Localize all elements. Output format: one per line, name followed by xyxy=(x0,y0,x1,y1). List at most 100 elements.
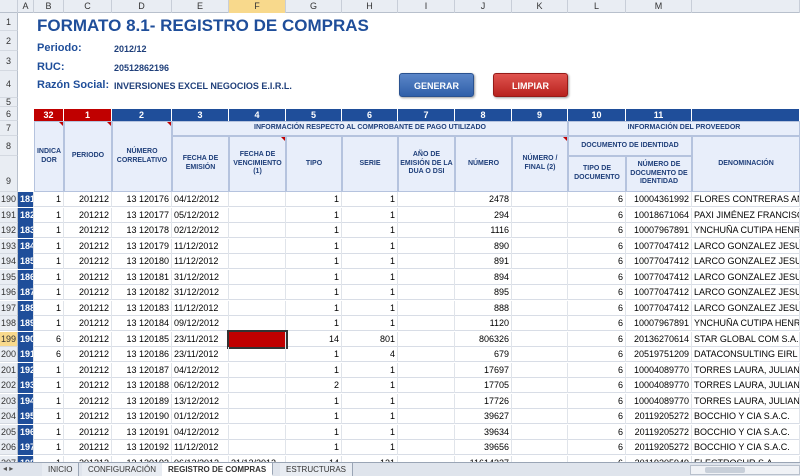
table-cell[interactable]: 10004089770 xyxy=(626,394,692,409)
spreadsheet-grid[interactable]: A B C D E F G H I J K L M 1 2 3 4 5 6 7 … xyxy=(0,0,800,462)
table-cell[interactable] xyxy=(512,223,568,238)
table-cell[interactable] xyxy=(229,425,286,440)
row-index-cell[interactable]: 182 xyxy=(18,208,34,223)
table-cell[interactable]: 1 xyxy=(34,378,64,393)
table-cell[interactable]: 201212 xyxy=(64,270,112,285)
table-cell[interactable]: 895 xyxy=(455,285,512,300)
table-cell[interactable]: 13 120180 xyxy=(112,254,172,269)
table-cell[interactable]: 1 xyxy=(34,270,64,285)
table-cell[interactable]: 1 xyxy=(286,363,342,378)
table-cell[interactable]: 679 xyxy=(455,347,512,362)
tab-nav-arrows[interactable]: ◂ ▸ xyxy=(3,464,13,473)
table-cell[interactable] xyxy=(398,332,455,347)
table-cell[interactable]: DATACONSULTING EIRL xyxy=(692,347,800,362)
table-cell[interactable] xyxy=(512,239,568,254)
table-cell[interactable] xyxy=(229,378,286,393)
table-cell[interactable]: 04/12/2012 xyxy=(172,363,229,378)
table-cell[interactable] xyxy=(398,425,455,440)
table-cell[interactable]: TORRES LAURA, JULIANA xyxy=(692,378,800,393)
table-cell[interactable]: 17726 xyxy=(455,394,512,409)
tab-configuracion[interactable]: CONFIGURACIÓN xyxy=(82,463,163,476)
row-index-cell[interactable]: 190 xyxy=(18,332,34,347)
row-index-cell[interactable]: 189 xyxy=(18,316,34,331)
table-cell[interactable]: 1 xyxy=(342,394,398,409)
column-header-e[interactable]: E xyxy=(172,0,229,13)
tab-inicio[interactable]: INICIO xyxy=(42,463,80,476)
table-cell[interactable]: 1 xyxy=(342,208,398,223)
table-cell[interactable] xyxy=(512,254,568,269)
table-cell[interactable]: 201212 xyxy=(64,301,112,316)
table-cell[interactable]: 6 xyxy=(34,332,64,347)
table-cell[interactable]: 1 xyxy=(342,239,398,254)
column-header-f[interactable]: F xyxy=(229,0,286,13)
column-header-l[interactable]: L xyxy=(568,0,626,13)
table-cell[interactable]: 201212 xyxy=(64,316,112,331)
table-cell[interactable]: BOCCHIO Y CIA S.A.C. xyxy=(692,409,800,424)
table-cell[interactable]: 1 xyxy=(286,394,342,409)
table-cell[interactable]: 1 xyxy=(286,440,342,455)
table-cell[interactable]: STAR GLOBAL COM S.A. xyxy=(692,332,800,347)
table-cell[interactable] xyxy=(229,208,286,223)
table-cell[interactable] xyxy=(229,192,286,207)
table-cell[interactable]: 890 xyxy=(455,239,512,254)
row-index-cell[interactable]: 194 xyxy=(18,394,34,409)
row-index-cell[interactable]: 181 xyxy=(18,192,34,207)
column-header-i[interactable]: I xyxy=(398,0,455,13)
row-index-cell[interactable]: 197 xyxy=(18,440,34,455)
table-cell[interactable]: 01/12/2012 xyxy=(172,409,229,424)
table-cell[interactable]: 20136270614 xyxy=(626,332,692,347)
table-cell[interactable] xyxy=(512,301,568,316)
table-cell[interactable]: 11/12/2012 xyxy=(172,254,229,269)
table-cell[interactable]: PAXI JIMÉNEZ FRANCISCA xyxy=(692,208,800,223)
table-cell[interactable]: 05/12/2012 xyxy=(172,208,229,223)
table-cell[interactable]: YNCHUÑA CUTIPA HENRY xyxy=(692,223,800,238)
table-cell[interactable] xyxy=(398,208,455,223)
table-cell[interactable]: 6 xyxy=(568,254,626,269)
table-cell[interactable]: 13 120181 xyxy=(112,270,172,285)
generar-button[interactable]: GENERAR xyxy=(399,73,474,97)
table-cell[interactable]: 13 120185 xyxy=(112,332,172,347)
table-cell[interactable]: 13 120186 xyxy=(112,347,172,362)
row-number-195[interactable]: 195 xyxy=(0,270,18,285)
table-cell[interactable]: FLORES CONTRERAS ANG xyxy=(692,192,800,207)
table-cell[interactable]: 13 120187 xyxy=(112,363,172,378)
table-cell[interactable]: 1 xyxy=(34,285,64,300)
table-cell[interactable]: 14 xyxy=(286,332,342,347)
table-cell[interactable]: 1 xyxy=(286,208,342,223)
table-cell[interactable]: 1 xyxy=(286,223,342,238)
table-cell[interactable]: 02/12/2012 xyxy=(172,223,229,238)
table-cell[interactable] xyxy=(229,347,286,362)
table-cell[interactable]: 04/12/2012 xyxy=(172,425,229,440)
table-cell[interactable]: 6 xyxy=(568,425,626,440)
table-cell[interactable]: 06/12/2012 xyxy=(172,378,229,393)
table-cell[interactable] xyxy=(398,378,455,393)
table-cell[interactable]: 13/12/2012 xyxy=(172,394,229,409)
table-cell[interactable] xyxy=(229,409,286,424)
row-index-cell[interactable]: 192 xyxy=(18,363,34,378)
table-cell[interactable]: 1 xyxy=(34,223,64,238)
table-cell[interactable]: 1 xyxy=(286,192,342,207)
table-cell[interactable]: 1 xyxy=(342,270,398,285)
table-cell[interactable] xyxy=(398,254,455,269)
table-cell[interactable]: 1 xyxy=(342,192,398,207)
table-cell[interactable]: 10007967891 xyxy=(626,223,692,238)
table-cell[interactable]: 11/12/2012 xyxy=(172,440,229,455)
row-index-cell[interactable]: 191 xyxy=(18,347,34,362)
limpiar-button[interactable]: LIMPIAR xyxy=(493,73,568,97)
column-header-b[interactable]: B xyxy=(34,0,64,13)
table-cell[interactable]: 6 xyxy=(568,270,626,285)
table-cell[interactable]: 6 xyxy=(568,440,626,455)
table-cell[interactable]: 201212 xyxy=(64,394,112,409)
table-cell[interactable]: 201212 xyxy=(64,192,112,207)
table-cell[interactable]: 1 xyxy=(342,378,398,393)
table-cell[interactable]: 6 xyxy=(568,347,626,362)
table-cell[interactable] xyxy=(398,270,455,285)
table-cell[interactable]: 201212 xyxy=(64,332,112,347)
table-cell[interactable]: 23/11/2012 xyxy=(172,347,229,362)
table-cell[interactable] xyxy=(398,363,455,378)
table-cell[interactable]: 6 xyxy=(568,316,626,331)
table-cell[interactable]: 1 xyxy=(342,409,398,424)
table-cell[interactable]: 1 xyxy=(342,285,398,300)
table-cell[interactable] xyxy=(398,223,455,238)
table-cell[interactable]: 13 120191 xyxy=(112,425,172,440)
